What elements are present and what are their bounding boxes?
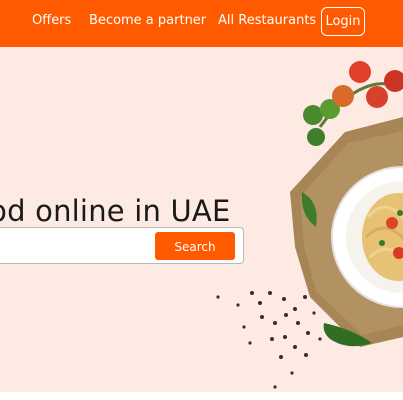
hero-headline: Order food online in UAE <box>0 194 231 229</box>
search-button[interactable]: Search <box>155 232 235 260</box>
hero-section: Order food online in UAE Search <box>0 47 403 392</box>
search-bar: Search <box>0 227 244 264</box>
login-button[interactable]: Login <box>321 7 365 36</box>
nav-offers-link[interactable]: Offers <box>32 12 71 30</box>
page-bottom-strip <box>0 392 403 400</box>
peppercorns-shape <box>216 291 322 389</box>
nav-all-restaurants-link[interactable]: All Restaurants <box>218 12 316 30</box>
nav-become-partner-link[interactable]: Become a partner <box>89 12 206 30</box>
top-navbar: Offers Become a partner All Restaurants … <box>0 0 403 47</box>
location-search-input[interactable] <box>0 232 153 261</box>
